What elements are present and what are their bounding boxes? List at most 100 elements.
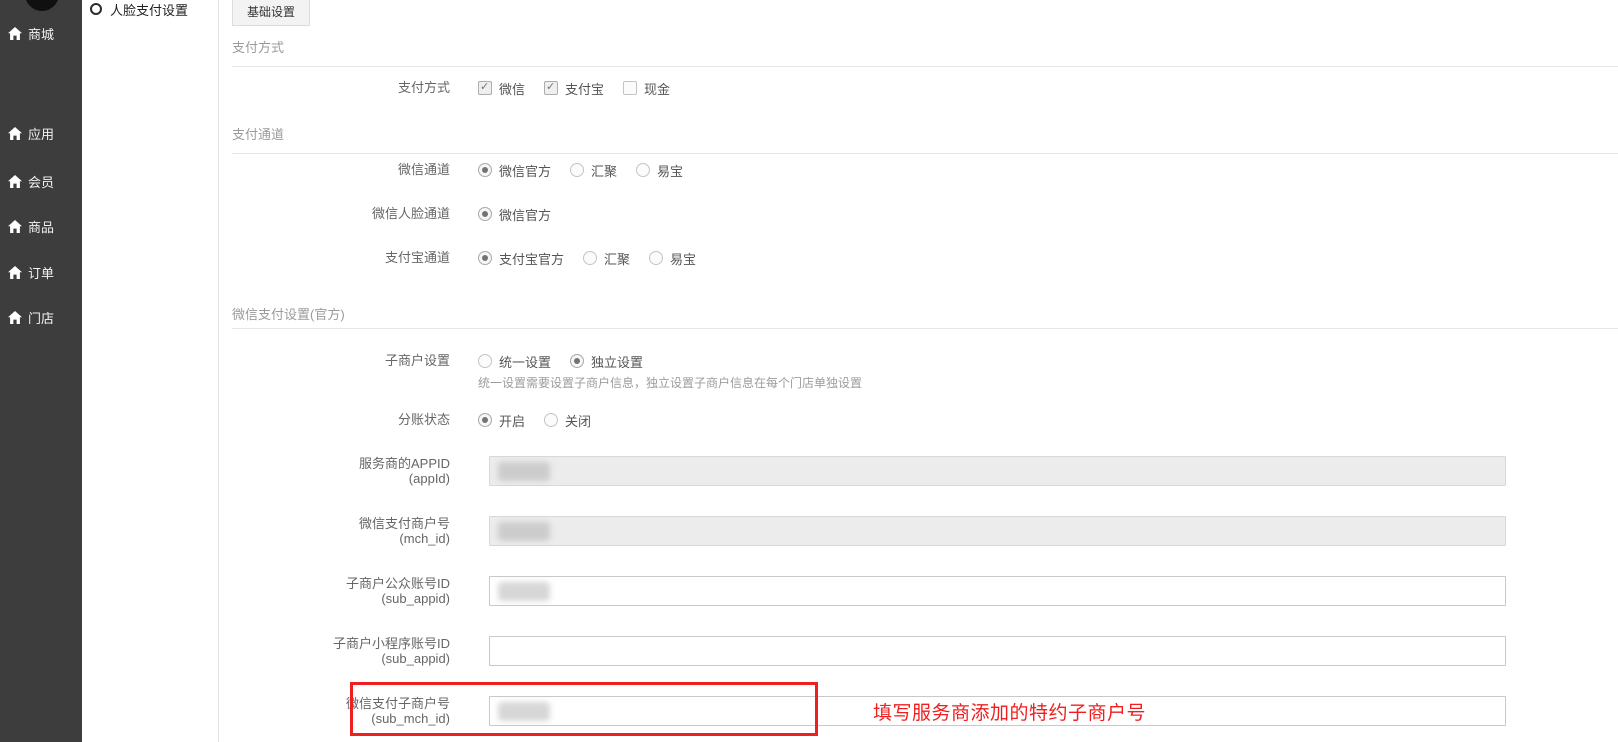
alipay-channel-radio-group: 支付宝官方 汇聚 易宝	[478, 248, 715, 268]
radio-option-independent-setting[interactable]: 独立设置	[570, 352, 643, 371]
form-row-provider-appid: 服务商的APPID (appId)	[0, 456, 1618, 486]
checkbox-label: 支付宝	[565, 79, 604, 98]
radio-label: 微信官方	[499, 161, 551, 180]
sidebar-item-label: 商城	[28, 24, 54, 43]
field-label: 支付方式	[210, 78, 450, 98]
radio-label: 汇聚	[591, 161, 617, 180]
field-label-line1: 微信支付子商户号	[210, 696, 450, 711]
provider-appid-input[interactable]	[489, 456, 1506, 486]
radio-option-disabled[interactable]: 关闭	[544, 411, 591, 430]
field-label-line2: (sub_appid)	[210, 651, 450, 666]
secondary-sidebar: 人脸支付设置	[82, 0, 219, 742]
checkbox-icon[interactable]	[623, 81, 637, 95]
field-label-line2: (sub_appid)	[210, 591, 450, 606]
field-label: 子商户设置	[210, 351, 450, 371]
field-label-line1: 服务商的APPID	[210, 456, 450, 471]
form-row-mch-id: 微信支付商户号 (mch_id)	[0, 516, 1618, 546]
radio-option-huiju[interactable]: 汇聚	[570, 161, 617, 180]
section-title-payment-channel: 支付通道	[232, 124, 284, 143]
masked-value	[498, 702, 550, 721]
mch-id-input[interactable]	[489, 516, 1506, 546]
separator	[232, 66, 1618, 67]
radio-option-wechat-official[interactable]: 微信官方	[478, 161, 551, 180]
field-label-line2: (sub_mch_id)	[210, 711, 450, 726]
separator	[232, 328, 1618, 329]
sub-merchant-radio-group: 统一设置 独立设置	[478, 351, 662, 371]
radio-label: 易宝	[657, 161, 683, 180]
tab-basic-settings[interactable]: 基础设置	[232, 0, 310, 26]
split-status-radio-group: 开启 关闭	[478, 410, 610, 430]
masked-value	[498, 582, 550, 601]
form-row-sub-appid-miniprogram: 子商户小程序账号ID (sub_appid)	[0, 636, 1618, 666]
radio-label: 独立设置	[591, 352, 643, 371]
radio-icon[interactable]	[478, 354, 492, 368]
sidebar-item-stores[interactable]: 门店	[8, 307, 54, 327]
form-row-sub-mch-id: 微信支付子商户号 (sub_mch_id)	[0, 696, 1618, 726]
radio-icon[interactable]	[478, 163, 492, 177]
radio-option-wechat-official[interactable]: 微信官方	[478, 205, 551, 224]
home-icon	[8, 27, 22, 40]
form-row-wechat-channel: 微信通道 微信官方 汇聚 易宝	[0, 160, 1618, 180]
wechat-face-channel-radio-group: 微信官方	[478, 204, 570, 224]
radio-icon[interactable]	[570, 354, 584, 368]
sidebar-item-label: 应用	[28, 124, 54, 143]
radio-icon[interactable]	[478, 251, 492, 265]
home-icon	[8, 127, 22, 140]
radio-icon[interactable]	[649, 251, 663, 265]
primary-sidebar: 商城 应用 会员 商品 订单 门店	[0, 0, 82, 742]
radio-icon[interactable]	[636, 163, 650, 177]
menu-item-face-pay-settings[interactable]: 人脸支付设置	[90, 0, 188, 18]
radio-icon[interactable]	[478, 207, 492, 221]
checkbox-label: 微信	[499, 79, 525, 98]
radio-icon[interactable]	[583, 251, 597, 265]
sidebar-item-label: 门店	[28, 308, 54, 327]
field-label: 微信人脸通道	[210, 204, 450, 224]
field-label: 微信通道	[210, 160, 450, 180]
separator	[232, 153, 1618, 154]
sub-appid-miniprogram-input[interactable]	[489, 636, 1506, 666]
pay-method-checkbox-group: 微信 支付宝 现金	[478, 78, 689, 98]
radio-label: 关闭	[565, 411, 591, 430]
menu-item-label: 人脸支付设置	[110, 0, 188, 19]
checkbox-option-cash[interactable]: 现金	[623, 79, 670, 98]
radio-icon[interactable]	[544, 413, 558, 427]
field-label: 分账状态	[210, 410, 450, 430]
radio-option-unified-setting[interactable]: 统一设置	[478, 352, 551, 371]
sub-appid-public-input[interactable]	[489, 576, 1506, 606]
radio-label: 易宝	[670, 249, 696, 268]
form-row-pay-method: 支付方式 微信 支付宝 现金	[0, 78, 1618, 98]
radio-icon[interactable]	[478, 413, 492, 427]
field-label: 服务商的APPID (appId)	[210, 456, 450, 486]
masked-value	[498, 522, 550, 541]
radio-option-alipay-official[interactable]: 支付宝官方	[478, 249, 564, 268]
circle-bullet-icon	[90, 3, 102, 15]
home-icon	[8, 311, 22, 324]
sidebar-item-apps[interactable]: 应用	[8, 123, 54, 143]
radio-label: 汇聚	[604, 249, 630, 268]
wechat-channel-radio-group: 微信官方 汇聚 易宝	[478, 160, 702, 180]
field-label: 微信支付商户号 (mch_id)	[210, 516, 450, 546]
checkbox-option-wechat[interactable]: 微信	[478, 79, 525, 98]
field-label-line2: (mch_id)	[210, 531, 450, 546]
checkbox-option-alipay[interactable]: 支付宝	[544, 79, 604, 98]
form-row-wechat-face-channel: 微信人脸通道 微信官方	[0, 204, 1618, 224]
radio-option-huiju[interactable]: 汇聚	[583, 249, 630, 268]
field-label-line1: 子商户小程序账号ID	[210, 636, 450, 651]
radio-icon[interactable]	[570, 163, 584, 177]
app-logo[interactable]	[25, 0, 59, 11]
radio-option-yibao[interactable]: 易宝	[649, 249, 696, 268]
radio-label: 开启	[499, 411, 525, 430]
annotation-text: 填写服务商添加的特约子商户号	[873, 698, 1146, 725]
radio-option-enabled[interactable]: 开启	[478, 411, 525, 430]
field-label: 支付宝通道	[210, 248, 450, 268]
field-label-line2: (appId)	[210, 471, 450, 486]
radio-option-yibao[interactable]: 易宝	[636, 161, 683, 180]
field-label-line1: 微信支付商户号	[210, 516, 450, 531]
sub-merchant-hint: 统一设置需要设置子商户信息，独立设置子商户信息在每个门店单独设置	[478, 374, 862, 391]
field-label: 微信支付子商户号 (sub_mch_id)	[210, 696, 450, 726]
sidebar-item-mall[interactable]: 商城	[8, 23, 54, 43]
checkbox-icon[interactable]	[478, 81, 492, 95]
form-row-sub-appid-public: 子商户公众账号ID (sub_appid)	[0, 576, 1618, 606]
form-row-split-status: 分账状态 开启 关闭	[0, 410, 1618, 430]
checkbox-icon[interactable]	[544, 81, 558, 95]
